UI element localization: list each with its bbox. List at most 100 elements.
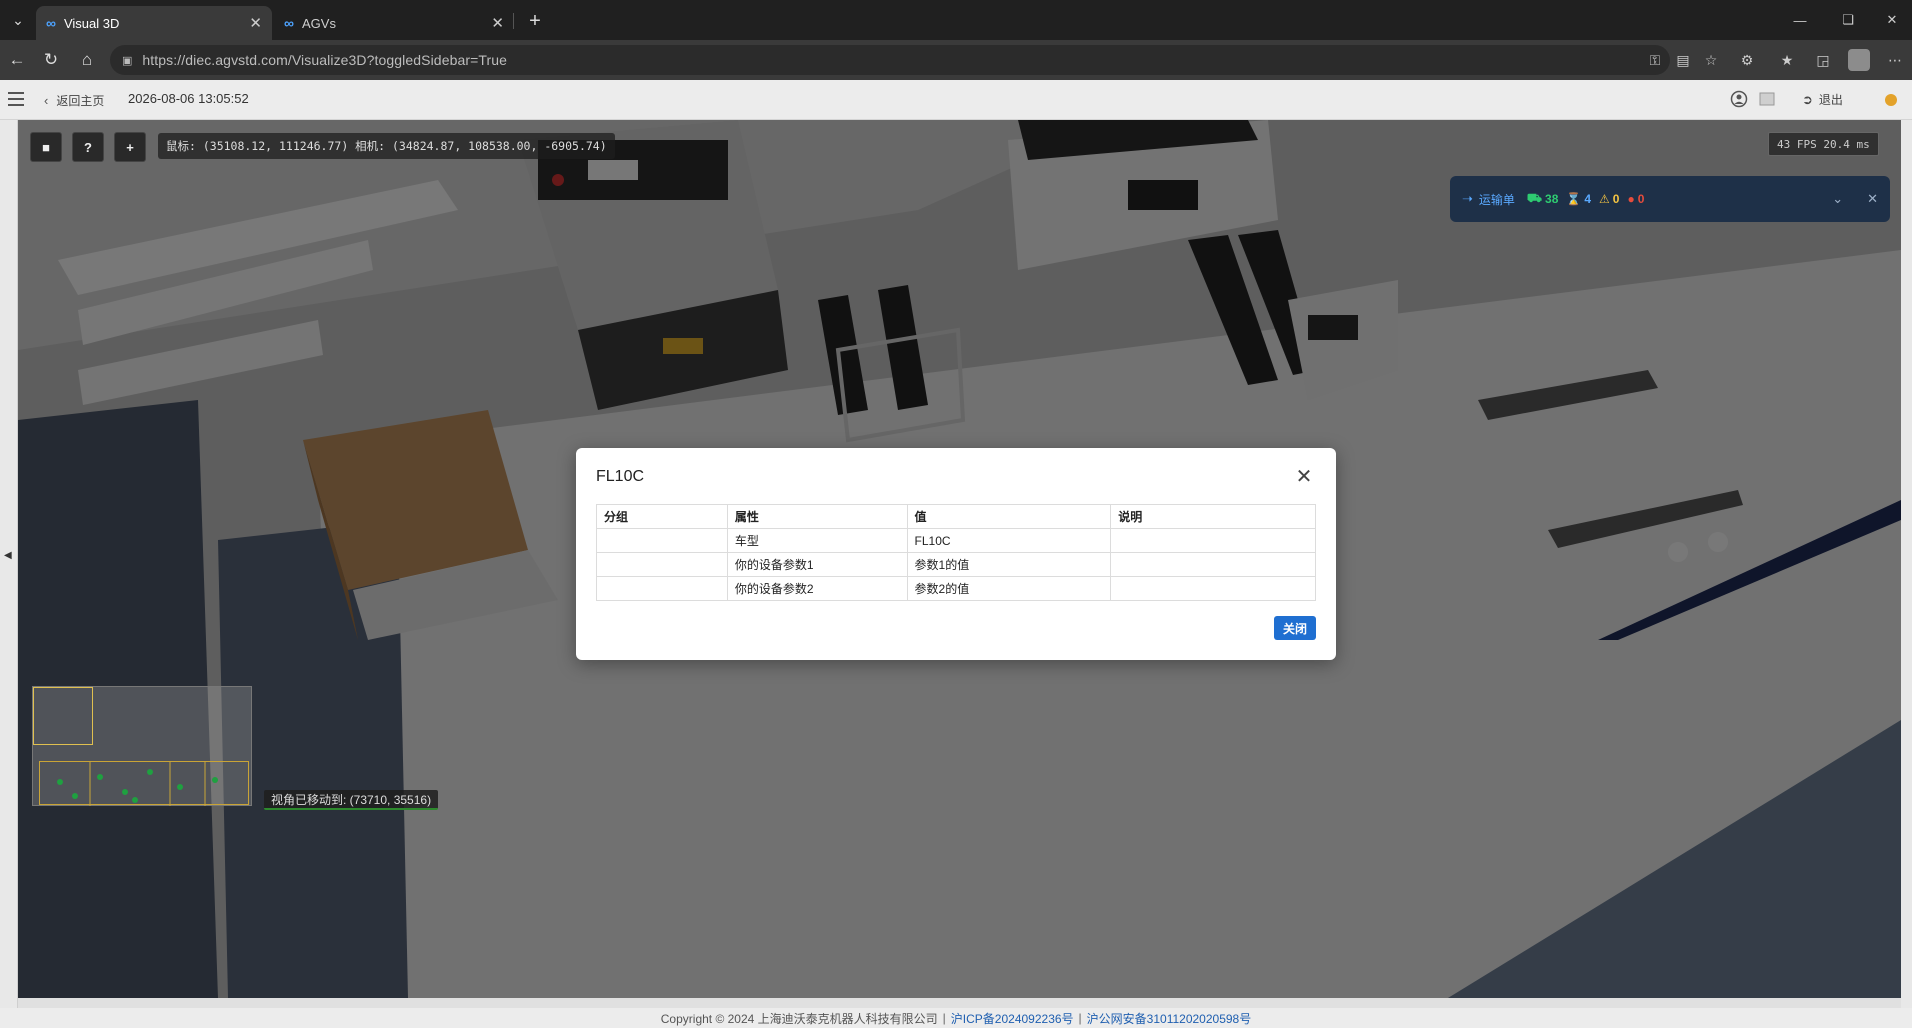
column-header-description: 说明 (1110, 504, 1316, 529)
chevron-down-icon[interactable]: ⌄ (1832, 191, 1843, 207)
warning-icon: ⚠ (1599, 192, 1610, 206)
fullscreen-icon[interactable] (1758, 90, 1776, 108)
extensions-icon[interactable]: ⚙ (1736, 50, 1758, 70)
add-button[interactable]: + (114, 132, 146, 162)
profile-avatar[interactable] (1848, 49, 1870, 71)
table-row: 你的设备参数1 参数1的值 (596, 552, 1316, 577)
right-rail (1901, 120, 1912, 1008)
warning-count-badge: ⚠ 0 (1599, 192, 1619, 206)
sidebar-toggle-rail[interactable]: ◀ (0, 120, 18, 1008)
close-icon[interactable]: ✕ (1867, 191, 1878, 207)
logout-button[interactable]: ➲ 退出 (1802, 91, 1843, 108)
minimap-layout (39, 761, 249, 806)
minimap[interactable] (32, 686, 252, 806)
more-menu-icon[interactable]: ⋯ (1884, 50, 1906, 70)
tab-agvs[interactable]: ∞ AGVs ✕ (274, 6, 514, 40)
transport-order-title[interactable]: ➝ 运输单 (1462, 191, 1515, 208)
restore-icon[interactable]: ❏ (1830, 8, 1866, 32)
screenshot-icon[interactable]: ◲ (1812, 50, 1834, 70)
status-indicator (1885, 94, 1897, 106)
table-cell (1110, 528, 1316, 553)
tab-visual-3d[interactable]: ∞ Visual 3D ✕ (36, 6, 272, 40)
table-cell: 参数1的值 (906, 552, 1112, 577)
close-button[interactable]: 关闭 (1274, 616, 1316, 640)
back-home-link[interactable]: ‹ 返回主页 (44, 92, 104, 109)
home-icon[interactable]: ⌂ (74, 48, 100, 72)
fps-counter: 43 FPS 20.4 ms (1768, 132, 1879, 156)
tab-label: AGVs (301, 15, 336, 31)
table-cell (596, 576, 728, 601)
table-cell: FL10C (906, 528, 1112, 553)
dialog-close-icon[interactable]: ✕ (1292, 464, 1316, 488)
new-tab-icon[interactable]: + (522, 8, 548, 34)
browser-tab-bar: ⌄ ∞ Visual 3D ✕ ∞ AGVs ✕ + — ❏ ✕ (0, 0, 1912, 40)
column-header-group: 分组 (596, 504, 728, 529)
window-close-icon[interactable]: ✕ (1874, 8, 1910, 32)
police-record-link[interactable]: 沪公网安备31011202020598号 (1087, 1010, 1252, 1027)
table-cell: 你的设备参数2 (726, 576, 908, 601)
reader-icon[interactable]: ▤ (1672, 50, 1694, 70)
transport-order-panel: ➝ 运输单 ⛟ 38 ⌛ 4 ⚠ 0 ● 0 ⌄ ✕ (1450, 176, 1890, 222)
table-cell: 你的设备参数1 (726, 552, 908, 577)
back-arrow-icon[interactable]: ← (4, 48, 30, 72)
table-cell (1110, 576, 1316, 601)
logout-icon: ➲ (1802, 91, 1813, 107)
reload-icon[interactable]: ↻ (38, 48, 64, 72)
lock-icon: ▣ (122, 54, 133, 67)
dialog-title: FL10C (596, 468, 645, 485)
key-icon[interactable]: ⚿ (1644, 50, 1666, 70)
column-header-value: 值 (906, 504, 1112, 529)
tab-divider (513, 13, 514, 29)
browser-address-bar: ← ↻ ⌂ ▣ https://diec.agvstd.com/Visualiz… (0, 40, 1912, 80)
table-cell (596, 552, 728, 577)
minimize-icon[interactable]: — (1782, 8, 1818, 32)
page-footer: Copyright © 2024 上海迪沃泰克机器人科技有限公司 | 沪ICP备… (0, 1008, 1912, 1028)
minimap-markers (57, 762, 218, 806)
url-input[interactable]: ▣ https://diec.agvstd.com/Visualize3D?to… (110, 45, 1670, 75)
logout-label: 退出 (1818, 93, 1843, 107)
table-cell (596, 528, 728, 553)
table-row: 你的设备参数2 参数2的值 (596, 576, 1316, 601)
table-row: 车型 FL10C (596, 528, 1316, 553)
footer-separator: | (1078, 1011, 1082, 1025)
favorites-icon[interactable]: ★ (1776, 50, 1798, 70)
close-icon[interactable]: ✕ (491, 14, 504, 32)
footer-separator: | (942, 1011, 946, 1025)
header-datetime: 2026-08-06 13:05:52 (128, 91, 249, 106)
tab-label: Visual 3D (63, 15, 120, 31)
hourglass-icon: ⌛ (1566, 192, 1582, 206)
error-count-badge: ● 0 (1627, 192, 1644, 206)
warning-count: 0 (1612, 192, 1620, 206)
back-home-label: 返回主页 (56, 94, 105, 108)
table-cell (1110, 552, 1316, 577)
coordinate-text: 鼠标: (35108.12, 111246.77) 相机: (34824.87,… (166, 139, 607, 153)
property-table: 分组 属性 值 说明 车型 FL10C 你的设备参数1 参数1的值 你的设备参数… (596, 504, 1316, 601)
table-cell: 参数2的值 (906, 576, 1112, 601)
copyright-text: Copyright © 2024 上海迪沃泰克机器人科技有限公司 (660, 1011, 938, 1026)
waiting-count-badge: ⌛ 4 (1566, 192, 1591, 206)
coordinate-readout: 鼠标: (35108.12, 111246.77) 相机: (34824.87,… (158, 133, 615, 159)
caret-left-icon: ◀ (4, 550, 12, 561)
error-icon: ● (1627, 192, 1635, 206)
view-toggle-button[interactable]: ■ (30, 132, 62, 162)
user-icon[interactable] (1730, 90, 1748, 108)
icp-link[interactable]: 沪ICP备2024092236号 (951, 1010, 1074, 1027)
minimap-viewport-frame[interactable] (33, 687, 93, 745)
star-icon[interactable]: ☆ (1700, 50, 1722, 70)
vehicle-count: 38 (1545, 192, 1559, 206)
car-icon: ⛟ (1526, 191, 1543, 205)
table-cell: 车型 (726, 528, 908, 553)
tab-list-menu-icon[interactable]: ⌄ (6, 8, 30, 32)
transport-order-label: 运输单 (1478, 192, 1515, 207)
hamburger-menu-icon[interactable] (8, 92, 24, 106)
waiting-count: 4 (1584, 192, 1592, 206)
url-text: https://diec.agvstd.com/Visualize3D?togg… (142, 52, 508, 68)
help-button[interactable]: ? (72, 132, 104, 162)
chevron-left-icon: ‹ (44, 93, 49, 108)
close-icon[interactable]: ✕ (249, 14, 262, 32)
bottom-rail (18, 998, 1901, 1008)
camera-move-toast: 视角已移动到: (73710, 35516) (264, 790, 439, 810)
table-header-row: 分组 属性 值 说明 (596, 504, 1316, 529)
app-header: ‹ 返回主页 2026-08-06 13:05:52 ➲ 退出 (0, 80, 1912, 120)
infinity-logo-icon: ∞ (284, 15, 294, 31)
